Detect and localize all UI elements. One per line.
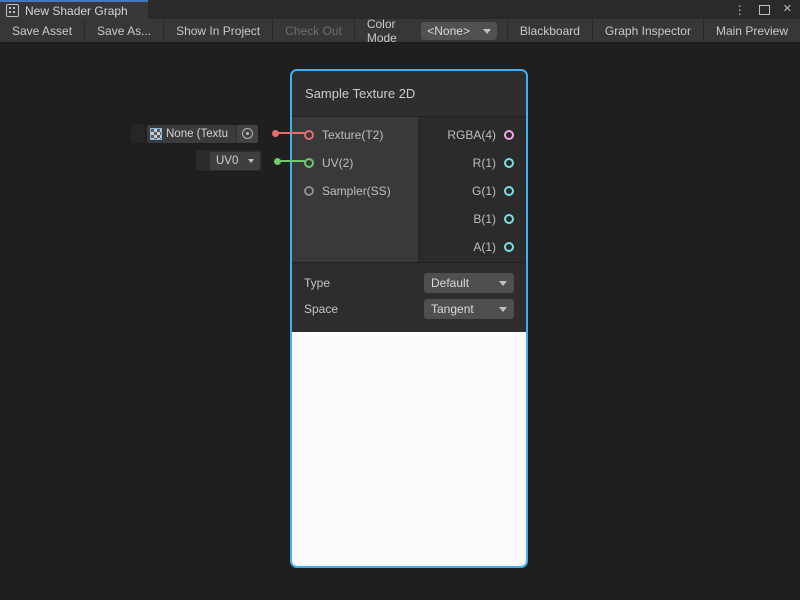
tab-new-shader-graph[interactable]: New Shader Graph	[0, 0, 148, 19]
port-row-texture: Texture(T2)	[292, 121, 418, 149]
port-row-a: A(1)	[419, 233, 526, 261]
texture-field-value: None (Textu	[166, 128, 236, 140]
port-label: UV(2)	[322, 156, 353, 170]
output-port-rgba[interactable]	[504, 130, 514, 140]
port-label: Texture(T2)	[322, 128, 383, 142]
more-options-icon[interactable]: ⋮	[734, 4, 746, 16]
port-label: G(1)	[472, 184, 496, 198]
node-sample-texture-2d[interactable]: Sample Texture 2D Texture(T2) UV(2) Samp…	[290, 69, 528, 568]
uv-channel-value: UV0	[216, 155, 238, 167]
texture-object-field[interactable]: None (Textu	[147, 125, 258, 143]
output-port-b[interactable]	[504, 214, 514, 224]
shader-graph-icon	[6, 4, 19, 17]
graph-inspector-toggle-button[interactable]: Graph Inspector	[592, 19, 703, 42]
port-row-g: G(1)	[419, 177, 526, 205]
port-label: R(1)	[473, 156, 496, 170]
chevron-down-icon	[483, 29, 491, 34]
chevron-down-icon	[499, 281, 507, 286]
color-mode-dropdown[interactable]: <None>	[421, 22, 497, 40]
uv-channel-dropdown[interactable]: UV0	[210, 152, 260, 170]
type-dropdown[interactable]: Default	[424, 273, 514, 293]
port-label: Sampler(SS)	[322, 184, 391, 198]
chevron-down-icon	[499, 307, 507, 312]
show-in-project-button[interactable]: Show In Project	[164, 19, 273, 42]
port-label: RGBA(4)	[447, 128, 496, 142]
space-label: Space	[304, 302, 338, 316]
port-label: B(1)	[473, 212, 496, 226]
window-controls: ⋮ ✕	[734, 0, 800, 19]
port-row-r: R(1)	[419, 149, 526, 177]
node-title[interactable]: Sample Texture 2D	[292, 71, 526, 117]
port-row-rgba: RGBA(4)	[419, 121, 526, 149]
check-out-button[interactable]: Check Out	[273, 19, 355, 42]
node-port-area: Texture(T2) UV(2) Sampler(SS) RGBA(4) R(…	[292, 117, 526, 262]
input-port-uv[interactable]	[304, 158, 314, 168]
input-ports: Texture(T2) UV(2) Sampler(SS)	[292, 117, 419, 262]
color-mode-value: <None>	[427, 24, 470, 38]
port-row-uv: UV(2)	[292, 149, 418, 177]
output-port-g[interactable]	[504, 186, 514, 196]
save-as-button[interactable]: Save As...	[85, 19, 164, 42]
object-picker-button[interactable]	[236, 125, 258, 143]
port-label: A(1)	[473, 240, 496, 254]
output-port-r[interactable]	[504, 158, 514, 168]
output-port-a[interactable]	[504, 242, 514, 252]
control-row-type: Type Default	[304, 270, 514, 296]
save-asset-button[interactable]: Save Asset	[0, 19, 85, 42]
texture-field-row: None (Textu	[131, 123, 258, 144]
space-dropdown[interactable]: Tangent	[424, 299, 514, 319]
object-picker-icon	[242, 128, 253, 139]
color-mode-label: Color Mode	[355, 19, 421, 42]
tab-title: New Shader Graph	[25, 4, 128, 18]
graph-toolbar: Save Asset Save As... Show In Project Ch…	[0, 19, 800, 43]
blackboard-toggle-button[interactable]: Blackboard	[507, 19, 592, 42]
edge-uv[interactable]	[280, 160, 305, 162]
port-row-sampler: Sampler(SS)	[292, 177, 418, 205]
uv-channel-row: UV0	[196, 150, 262, 171]
type-value: Default	[431, 276, 469, 290]
node-controls: Type Default Space Tangent	[292, 262, 526, 332]
maximize-icon[interactable]	[759, 5, 770, 15]
port-row-b: B(1)	[419, 205, 526, 233]
control-row-space: Space Tangent	[304, 296, 514, 322]
input-port-texture[interactable]	[304, 130, 314, 140]
chevron-down-icon	[248, 159, 254, 163]
texture-field-stub	[131, 124, 145, 143]
node-preview	[292, 332, 526, 566]
close-icon[interactable]: ✕	[783, 4, 792, 15]
input-port-sampler[interactable]	[304, 186, 314, 196]
space-value: Tangent	[431, 302, 474, 316]
main-preview-toggle-button[interactable]: Main Preview	[703, 19, 800, 42]
edge-texture[interactable]	[278, 132, 305, 134]
type-label: Type	[304, 276, 330, 290]
output-ports: RGBA(4) R(1) G(1) B(1) A(1)	[419, 117, 526, 262]
texture-thumbnail-icon	[150, 128, 162, 140]
